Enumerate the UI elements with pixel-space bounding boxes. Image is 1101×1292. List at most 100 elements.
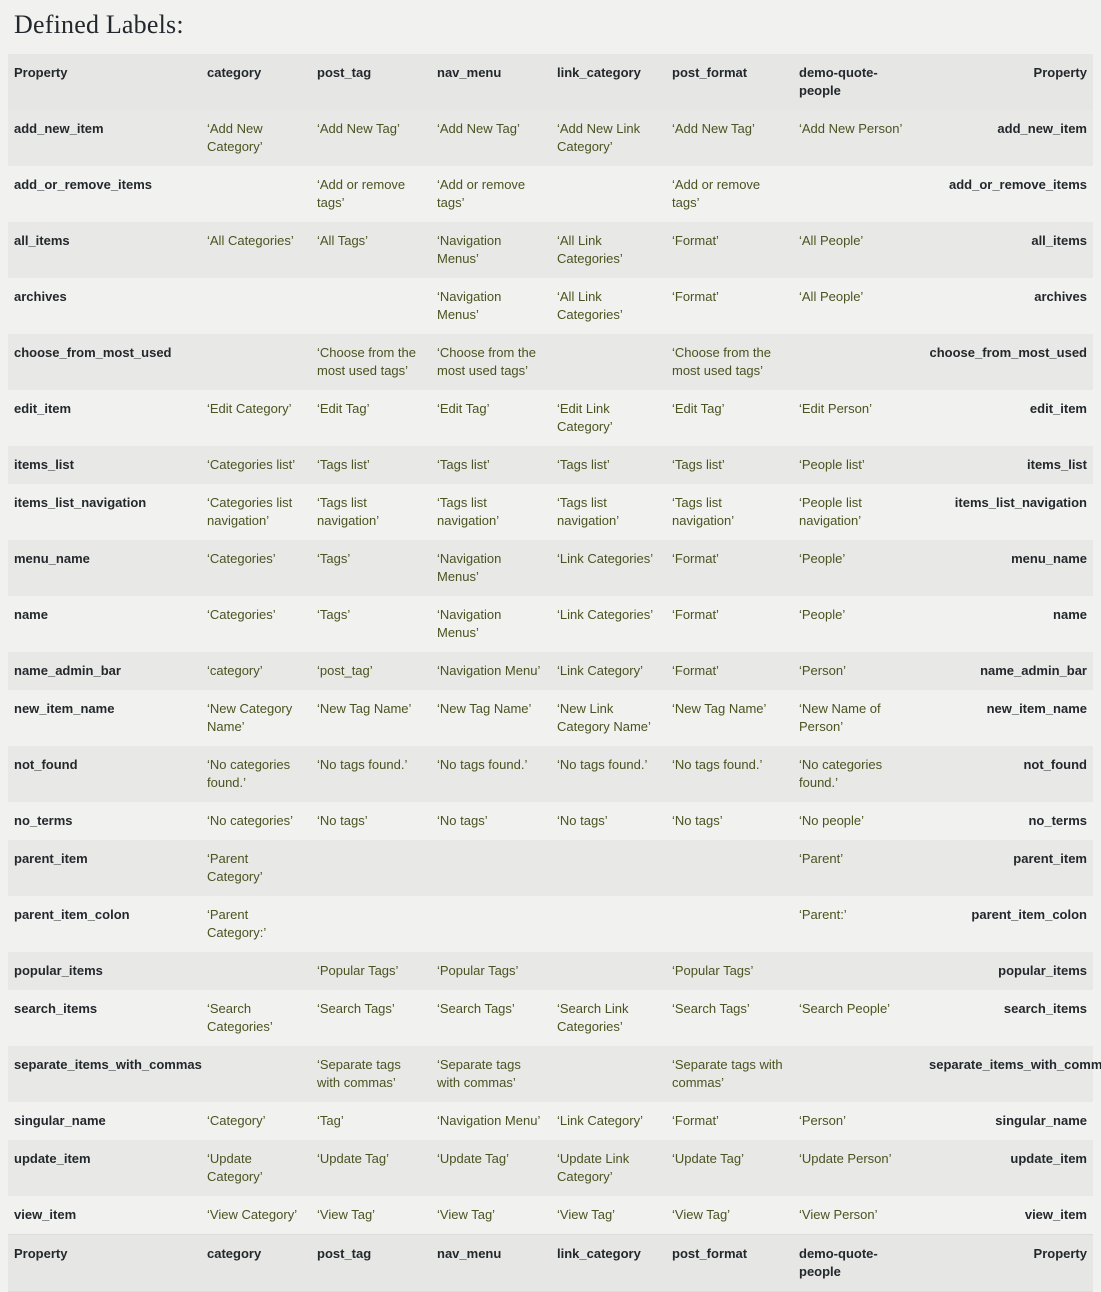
table-row: singular_name ‘Category’ ‘Tag’ ‘Navigation … [8,1102,1093,1140]
cell-nav-menu: ‘Tags list’ [437,457,490,472]
table-row: parent_item ‘Parent Category’ ‘Parent’ pare… [8,840,1093,896]
row-property-name-left: add_or_remove_items [14,177,153,192]
cell-post-format: ‘Format’ [672,233,719,248]
table-row: popular_items ‘Popular Tags’ ‘Popular Tags… [8,952,1093,990]
cell-link-category [551,1046,666,1102]
footer-header-nav-menu[interactable]: nav_menu [431,1234,551,1291]
cell-nav-menu: ‘Navigation Menus’ [437,289,502,322]
cell-post-tag [311,278,431,334]
defined-labels-table-wrapper: Property category post_tag nav_menu link… [8,54,1101,1291]
row-property-name-right: name_admin_bar [980,663,1087,678]
cell-category: ‘Categories’ [207,607,276,622]
cell-nav-menu: ‘Navigation Menus’ [437,551,502,584]
cell-demo-quote-people [793,952,923,990]
table-footer-row: Property category post_tag nav_menu link… [8,1234,1093,1291]
column-header-link-category[interactable]: link_category [551,54,666,110]
footer-header-property-right[interactable]: Property [923,1234,1093,1291]
cell-post-format [666,896,793,952]
cell-nav-menu: ‘Choose from the most used tags’ [437,345,536,378]
cell-demo-quote-people: ‘All People’ [799,233,864,248]
cell-nav-menu [431,840,551,896]
cell-nav-menu: ‘Edit Tag’ [437,401,490,416]
footer-header-property-left[interactable]: Property [8,1234,201,1291]
table-row: parent_item_colon ‘Parent Category:’ ‘Pare… [8,896,1093,952]
cell-category: ‘No categories’ [207,813,293,828]
row-property-name-right: all_items [1031,233,1087,248]
cell-post-tag [311,896,431,952]
table-body: add_new_item ‘Add New Category’ ‘Add New T… [8,110,1101,1235]
row-property-name-right: items_list [1027,457,1087,472]
cell-link-category: ‘Link Categories’ [557,551,654,566]
cell-demo-quote-people [793,334,923,390]
cell-post-tag: ‘Tags list navigation’ [317,495,380,528]
row-property-name-right: parent_item [1013,851,1087,866]
footer-header-post-tag[interactable]: post_tag [311,1234,431,1291]
row-property-name-right: search_items [1003,1001,1087,1016]
row-property-name-right: name [1053,607,1087,622]
footer-header-link-category[interactable]: link_category [551,1234,666,1291]
cell-category: ‘Parent Category’ [207,851,263,884]
table-row: not_found ‘No categories found.’ ‘No tags … [8,746,1093,802]
table-row: view_item ‘View Category’ ‘View Tag’ ‘View … [8,1196,1093,1235]
row-property-name-left: singular_name [14,1113,106,1128]
row-property-name-left: new_item_name [14,701,115,716]
cell-post-tag: ‘Update Tag’ [317,1151,390,1166]
cell-category: ‘View Category’ [207,1207,298,1222]
cell-post-tag: ‘Popular Tags’ [317,963,399,978]
row-property-name-left: edit_item [14,401,72,416]
cell-category: ‘All Categories’ [207,233,294,248]
cell-link-category: ‘No tags’ [557,813,608,828]
footer-header-category[interactable]: category [201,1234,311,1291]
cell-category: ‘Add New Category’ [207,121,263,154]
cell-nav-menu: ‘Navigation Menus’ [437,233,502,266]
column-header-property-right[interactable]: Property [923,54,1093,110]
cell-category [201,952,311,990]
cell-nav-menu [431,896,551,952]
column-header-category[interactable]: category [201,54,311,110]
cell-demo-quote-people: ‘People’ [799,551,846,566]
row-property-name-left: items_list_navigation [14,495,147,510]
cell-demo-quote-people: ‘People’ [799,607,846,622]
table-row: edit_item ‘Edit Category’ ‘Edit Tag’ ‘Edit … [8,390,1093,446]
cell-post-format: ‘No tags’ [672,813,723,828]
cell-category: ‘Search Categories’ [207,1001,273,1034]
row-property-name-left: all_items [14,233,70,248]
cell-post-tag: ‘All Tags’ [317,233,369,248]
cell-nav-menu: ‘Add New Tag’ [437,121,520,136]
column-header-demo-quote-people[interactable]: demo-quote-people [793,54,923,110]
cell-post-format: ‘Search Tags’ [672,1001,750,1016]
column-header-nav-menu[interactable]: nav_menu [431,54,551,110]
column-header-property-left[interactable]: Property [8,54,201,110]
cell-link-category: ‘New Link Category Name’ [557,701,651,734]
row-property-name-left: parent_item_colon [14,907,130,922]
cell-demo-quote-people: ‘Search People’ [799,1001,891,1016]
cell-post-format: ‘Add New Tag’ [672,121,755,136]
cell-link-category: ‘Update Link Category’ [557,1151,630,1184]
cell-demo-quote-people: ‘View Person’ [799,1207,878,1222]
cell-demo-quote-people: ‘Parent’ [799,851,844,866]
cell-link-category: ‘Tags list navigation’ [557,495,620,528]
cell-category: ‘category’ [207,663,263,678]
cell-post-tag: ‘post_tag’ [317,663,373,678]
column-header-post-format[interactable]: post_format [666,54,793,110]
row-property-name-right: choose_from_most_used [929,345,1088,360]
table-row: separate_items_with_commas ‘Separate tags… [8,1046,1101,1102]
cell-link-category [551,840,666,896]
cell-link-category: ‘All Link Categories’ [557,233,623,266]
table-row: menu_name ‘Categories’ ‘Tags’ ‘Navigation M… [8,540,1093,596]
footer-header-post-format[interactable]: post_format [666,1234,793,1291]
cell-post-format: ‘Tags list navigation’ [672,495,735,528]
footer-header-demo-quote-people[interactable]: demo-quote-people [793,1234,923,1291]
cell-category: ‘Update Category’ [207,1151,263,1184]
table-row: name_admin_bar ‘category’ ‘post_tag’ ‘Navig… [8,652,1093,690]
cell-post-format: ‘View Tag’ [672,1207,731,1222]
row-property-name-right: add_or_remove_items [948,177,1087,192]
cell-nav-menu: ‘Popular Tags’ [437,963,519,978]
cell-post-format: ‘Add or remove tags’ [672,177,761,210]
cell-nav-menu: ‘Navigation Menus’ [437,607,502,640]
cell-post-tag: ‘New Tag Name’ [317,701,412,716]
cell-post-format: ‘No tags found.’ [672,757,763,772]
column-header-post-tag[interactable]: post_tag [311,54,431,110]
cell-post-tag [311,840,431,896]
row-property-name-left: add_new_item [14,121,104,136]
